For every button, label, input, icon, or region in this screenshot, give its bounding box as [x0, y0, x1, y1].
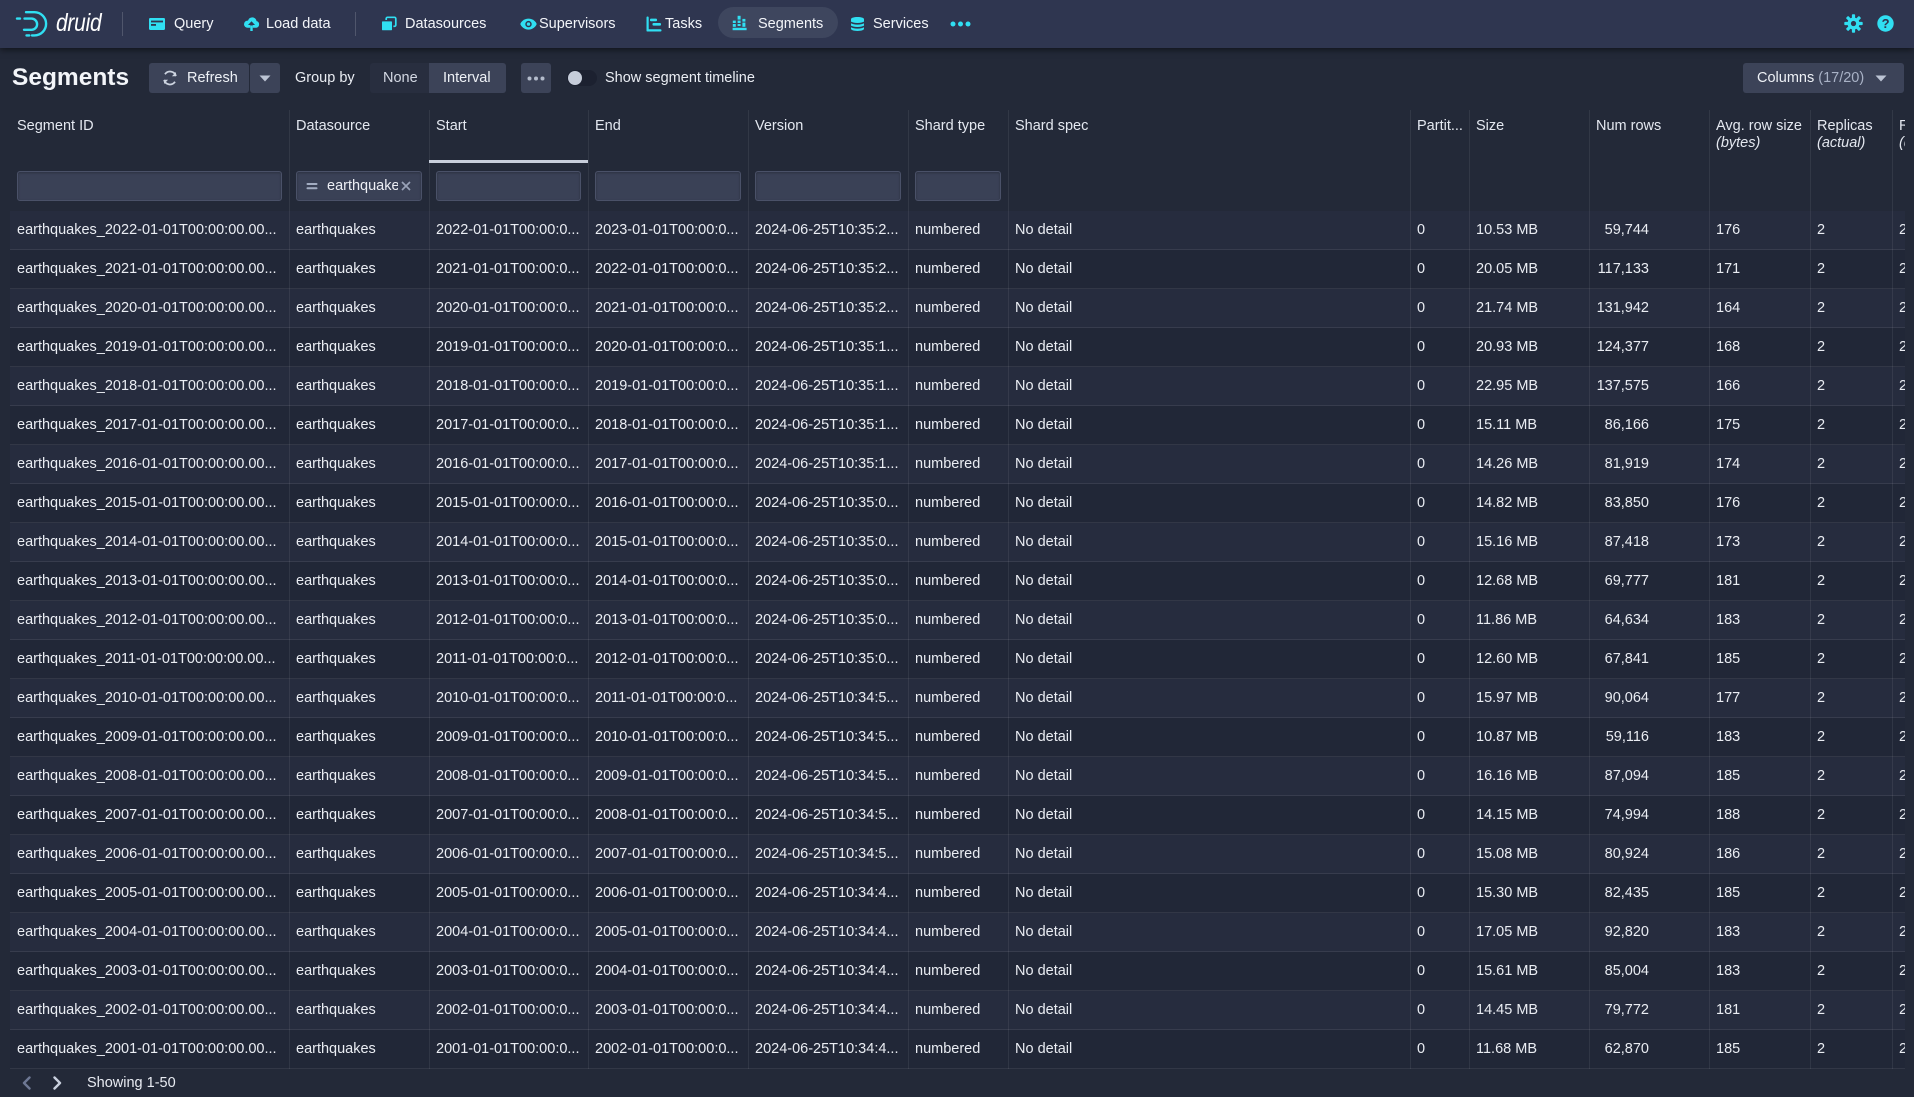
svg-text:?: ? — [1882, 16, 1890, 31]
